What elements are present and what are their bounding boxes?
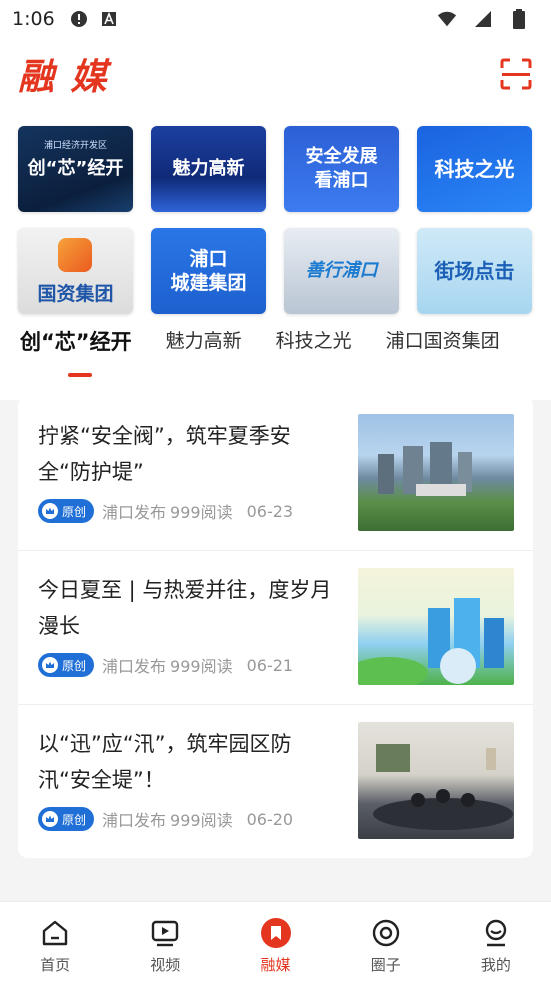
guozi-logo-icon: [58, 238, 92, 272]
signal-icon: [473, 9, 493, 29]
tile-label: 善行浦口: [305, 260, 378, 281]
tab-pukou-guozi[interactable]: 浦口国资集团: [386, 326, 500, 353]
status-bar: 1:06: [0, 0, 551, 38]
bottom-nav: 首页 视频 融媒 圈子 我的: [0, 901, 551, 981]
a-badge-icon: [99, 9, 119, 29]
active-tab-indicator: [68, 373, 92, 377]
news-reads: 999阅读: [170, 657, 233, 676]
badge-label: 原创: [62, 812, 87, 827]
scan-icon: [500, 58, 532, 90]
news-list: 拧紧“安全阀”，筑牢夏季安全“防护堤” 原创 浦口发布 999阅读 06-23: [18, 396, 533, 858]
nav-label: 我的: [480, 956, 511, 974]
tile-chuangxin-jingkai[interactable]: 浦口经济开发区 创“芯”经开: [18, 126, 133, 212]
tile-label: 科技之光: [434, 157, 515, 181]
tile-chengjian-jituan[interactable]: 浦口 城建集团: [151, 228, 266, 314]
nav-home[interactable]: 首页: [0, 902, 110, 981]
crown-icon: [42, 657, 58, 673]
news-title: 拧紧“安全阀”，筑牢夏季安全“防护堤”: [38, 424, 291, 484]
news-item[interactable]: 今日夏至 | 与热爱并往，度岁月漫长 原创 浦口发布 999阅读 06-21: [18, 550, 533, 704]
news-source: 浦口发布: [102, 503, 167, 522]
tile-guozi-jituan[interactable]: 国资集团: [18, 228, 133, 314]
nav-label: 首页: [40, 956, 71, 974]
nav-label: 圈子: [370, 956, 401, 974]
news-title: 以“迅”应“汛”，筑牢园区防汛“安全堤”！: [38, 732, 292, 792]
nav-label: 融媒: [260, 956, 291, 974]
circle-icon: [369, 916, 403, 950]
tab-chuangxin-jingkai[interactable]: 创“芯”经开: [20, 326, 132, 356]
wifi-icon: [437, 9, 457, 29]
page-title: 融 媒: [18, 57, 109, 98]
badge-label: 原创: [62, 658, 87, 673]
tile-label: 安全发展 看浦口: [305, 146, 378, 191]
bookmark-icon: [259, 916, 293, 950]
tile-keji-zhiguang[interactable]: 科技之光: [417, 126, 532, 212]
nav-profile[interactable]: 我的: [441, 902, 551, 981]
news-reads: 999阅读: [170, 503, 233, 522]
alert-icon: [69, 9, 89, 29]
news-source: 浦口发布: [102, 657, 167, 676]
nav-circle[interactable]: 圈子: [331, 902, 441, 981]
news-item[interactable]: 以“迅”应“汛”，筑牢园区防汛“安全堤”！ 原创 浦口发布 999阅读 06-2…: [18, 704, 533, 858]
profile-icon: [479, 916, 513, 950]
news-meta: 原创 浦口发布 999阅读 06-20: [38, 807, 293, 831]
original-badge: 原创: [38, 653, 95, 677]
tab-keji-zhiguang[interactable]: 科技之光: [276, 326, 352, 353]
battery-icon: [509, 9, 529, 29]
tile-sublabel: 浦口经济开发区: [43, 141, 107, 151]
tab-meili-gaoxin[interactable]: 魅力高新: [166, 326, 242, 353]
news-thumbnail[interactable]: [358, 414, 514, 531]
tile-jiechang-dianji[interactable]: 街场点击: [417, 228, 532, 314]
news-thumbnail[interactable]: [358, 568, 514, 685]
news-date: 06-21: [246, 655, 294, 675]
badge-label: 原创: [62, 504, 87, 519]
app-header: 融 媒: [0, 38, 551, 110]
nav-rongmei[interactable]: 融媒: [220, 902, 330, 981]
tile-label: 浦口 城建集团: [170, 248, 247, 294]
nav-label: 视频: [150, 956, 181, 974]
tile-label: 国资集团: [37, 283, 114, 305]
original-badge: 原创: [38, 807, 95, 831]
news-date: 06-23: [246, 501, 294, 521]
tile-label: 创“芯”经开: [27, 158, 124, 179]
tile-label: 街场点击: [434, 259, 515, 283]
news-source: 浦口发布: [102, 811, 167, 830]
news-date: 06-20: [246, 809, 294, 829]
news-reads: 999阅读: [170, 811, 233, 830]
crown-icon: [42, 503, 58, 519]
scan-button[interactable]: [499, 57, 533, 91]
news-item[interactable]: 拧紧“安全阀”，筑牢夏季安全“防护堤” 原创 浦口发布 999阅读 06-23: [18, 396, 533, 550]
nav-video[interactable]: 视频: [110, 902, 220, 981]
video-icon: [148, 916, 182, 950]
news-title: 今日夏至 | 与热爱并往，度岁月漫长: [38, 578, 332, 638]
tile-label: 魅力高新: [172, 158, 245, 179]
status-time: 1:06: [12, 8, 55, 30]
tile-shanxing-pukou[interactable]: 善行浦口: [284, 228, 399, 314]
crown-icon: [42, 811, 58, 827]
tile-anquan-fazhan[interactable]: 安全发展 看浦口: [284, 126, 399, 212]
news-meta: 原创 浦口发布 999阅读 06-23: [38, 499, 293, 523]
news-meta: 原创 浦口发布 999阅读 06-21: [38, 653, 293, 677]
home-icon: [38, 916, 72, 950]
original-badge: 原创: [38, 499, 95, 523]
tile-meili-gaoxin[interactable]: 魅力高新: [151, 126, 266, 212]
news-thumbnail[interactable]: [358, 722, 514, 839]
